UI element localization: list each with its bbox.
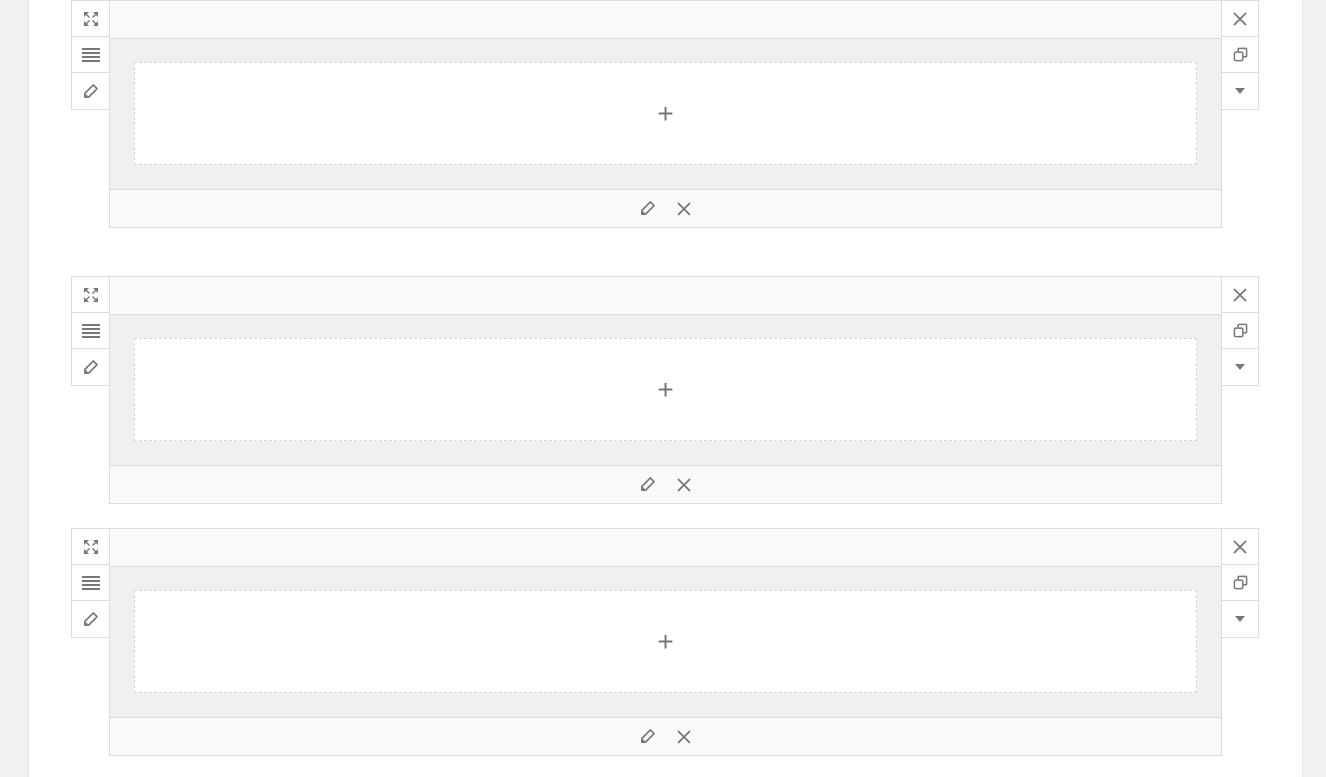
- duplicate-row-button[interactable]: [1222, 565, 1258, 601]
- layout-lines-icon: [81, 575, 100, 590]
- plus-icon[interactable]: +: [657, 627, 673, 656]
- pencil-icon: [641, 477, 655, 491]
- expand-icon: [83, 287, 98, 302]
- expand-button[interactable]: [72, 1, 109, 37]
- close-icon: [1233, 11, 1247, 26]
- row-body: +: [109, 0, 1222, 228]
- edit-column-button[interactable]: [640, 201, 656, 217]
- row-header[interactable]: [110, 529, 1221, 567]
- delete-column-button[interactable]: [676, 729, 692, 745]
- pencil-icon: [84, 359, 98, 374]
- row-left-controls: [71, 0, 110, 110]
- expand-button[interactable]: [72, 529, 109, 565]
- edit-column-button[interactable]: [640, 729, 656, 745]
- column-dropzone[interactable]: +: [134, 590, 1197, 693]
- layout-lines-icon: [81, 47, 100, 62]
- section-row: +: [71, 528, 1259, 756]
- edit-row-button[interactable]: [72, 349, 109, 385]
- section-row: +: [71, 276, 1259, 504]
- column-footer: [110, 465, 1221, 503]
- close-icon: [676, 729, 691, 744]
- duplicate-icon: [1233, 575, 1247, 590]
- plus-icon[interactable]: +: [657, 375, 673, 404]
- layout-button[interactable]: [72, 313, 109, 349]
- layout-button[interactable]: [72, 37, 109, 73]
- pencil-icon: [641, 201, 655, 215]
- delete-column-button[interactable]: [676, 477, 692, 493]
- column-footer: [110, 717, 1221, 755]
- duplicate-row-button[interactable]: [1222, 37, 1258, 73]
- expand-icon: [83, 539, 98, 554]
- row-right-controls: [1221, 0, 1259, 110]
- caret-down-icon: [1235, 88, 1245, 94]
- row-right-controls: [1221, 528, 1259, 638]
- section-row: +: [71, 0, 1259, 228]
- edit-column-button[interactable]: [640, 477, 656, 493]
- pencil-icon: [84, 611, 98, 626]
- delete-column-button[interactable]: [676, 201, 692, 217]
- duplicate-icon: [1233, 323, 1247, 338]
- column-footer: [110, 189, 1221, 227]
- edit-row-button[interactable]: [72, 601, 109, 637]
- close-icon: [676, 201, 691, 216]
- edit-row-button[interactable]: [72, 73, 109, 109]
- row-header[interactable]: [110, 1, 1221, 39]
- delete-row-button[interactable]: [1222, 1, 1258, 37]
- row-right-controls: [1221, 276, 1259, 386]
- duplicate-row-button[interactable]: [1222, 313, 1258, 349]
- column-dropzone[interactable]: +: [134, 62, 1197, 165]
- column-dropzone[interactable]: +: [134, 338, 1197, 441]
- close-icon: [676, 477, 691, 492]
- row-header[interactable]: [110, 277, 1221, 315]
- delete-row-button[interactable]: [1222, 529, 1258, 565]
- pencil-icon: [641, 729, 655, 743]
- pencil-icon: [84, 83, 98, 98]
- delete-row-button[interactable]: [1222, 277, 1258, 313]
- row-body: +: [109, 528, 1222, 756]
- row-left-controls: [71, 528, 110, 638]
- row-body: +: [109, 276, 1222, 504]
- layout-button[interactable]: [72, 565, 109, 601]
- layout-lines-icon: [81, 323, 100, 338]
- expand-button[interactable]: [72, 277, 109, 313]
- duplicate-icon: [1233, 47, 1247, 62]
- caret-down-icon: [1235, 616, 1245, 622]
- row-left-controls: [71, 276, 110, 386]
- plus-icon[interactable]: +: [657, 99, 673, 128]
- close-icon: [1233, 287, 1247, 302]
- row-options-dropdown[interactable]: [1222, 601, 1258, 637]
- row-options-dropdown[interactable]: [1222, 349, 1258, 385]
- close-icon: [1233, 539, 1247, 554]
- expand-icon: [83, 11, 98, 26]
- row-options-dropdown[interactable]: [1222, 73, 1258, 109]
- caret-down-icon: [1235, 364, 1245, 370]
